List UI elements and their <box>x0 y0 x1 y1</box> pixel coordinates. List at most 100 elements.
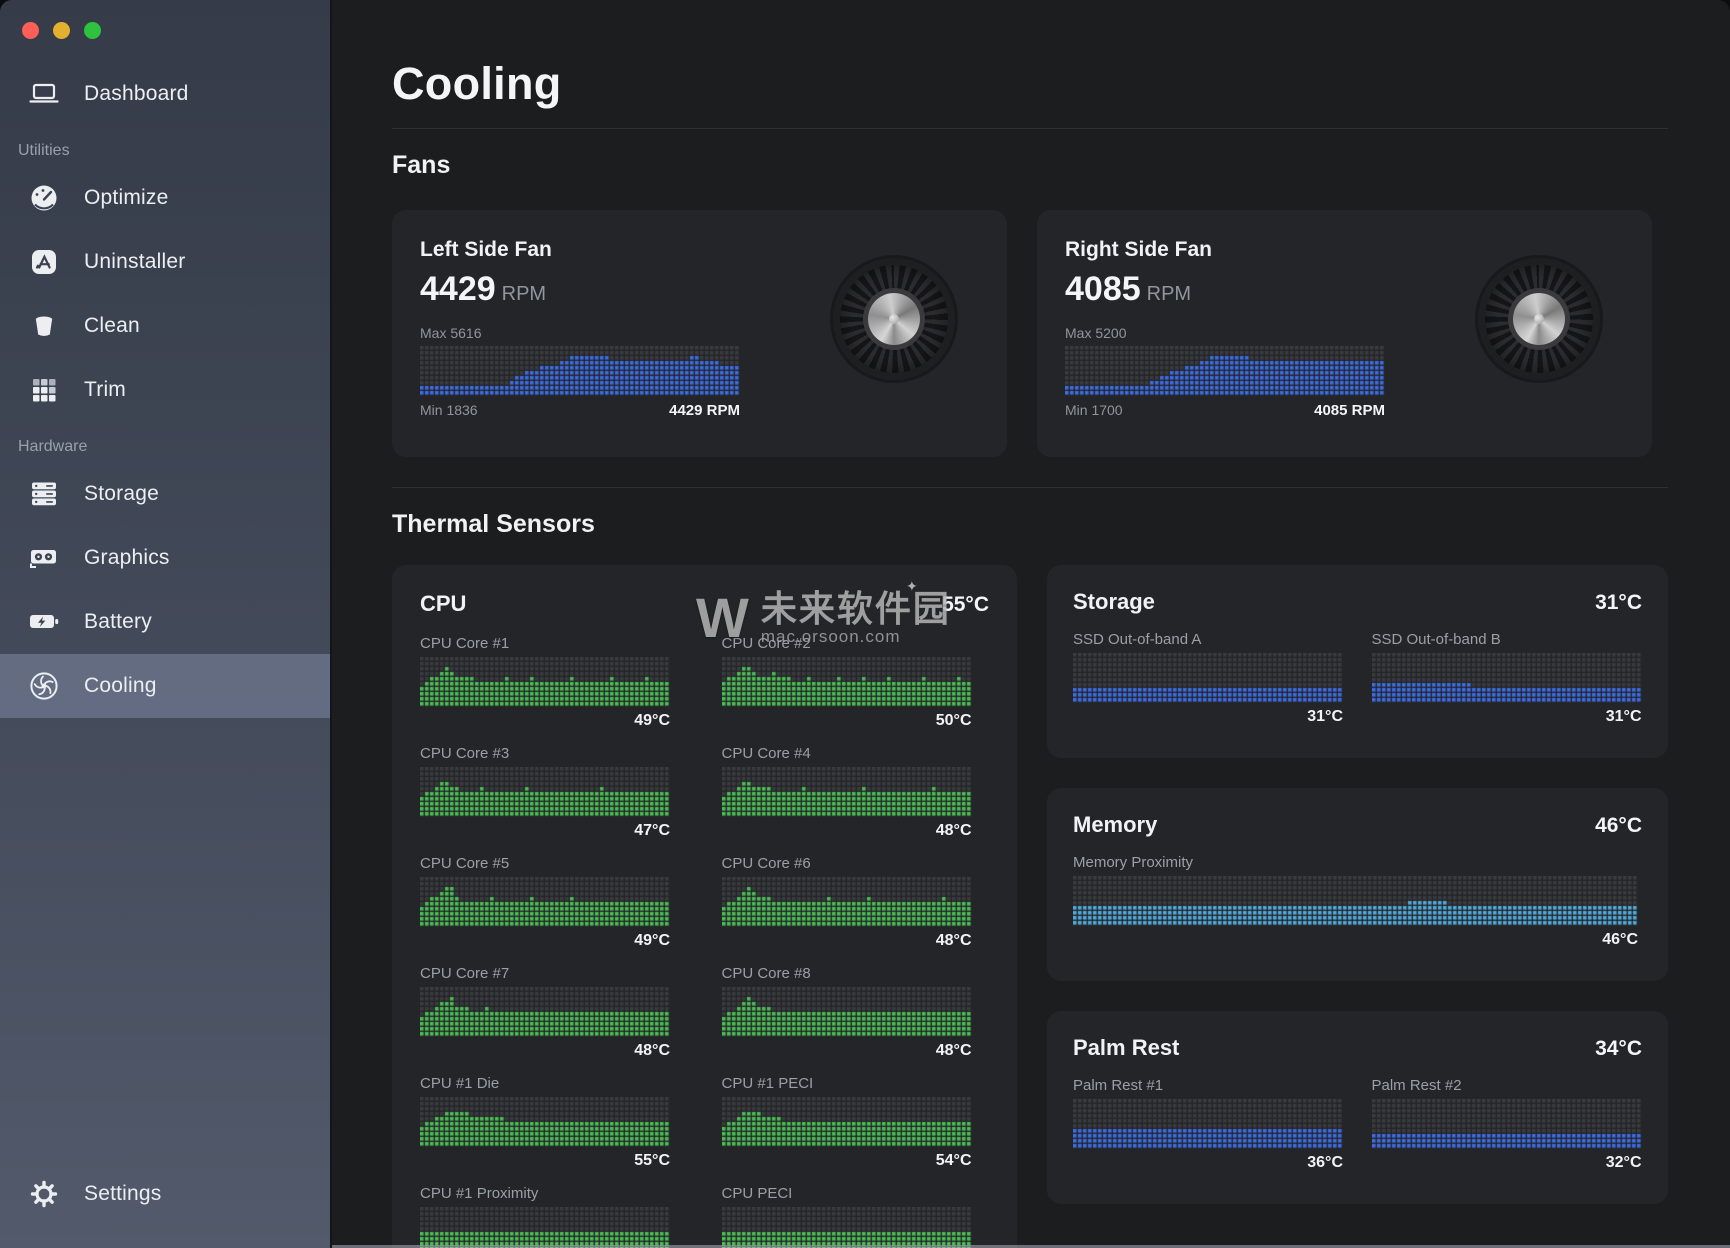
sensor-label: CPU Core #7 <box>420 965 688 982</box>
sensor-graph-wrap: 48°C <box>420 987 670 1060</box>
sensor-graph-wrap: 49°C <box>420 657 670 730</box>
fan-rpm-unit: RPM <box>1147 283 1191 305</box>
sidebar-item-uninstaller[interactable]: Uninstaller <box>0 230 330 294</box>
sensor-item: CPU PECI <box>722 1185 990 1248</box>
card-temp: 34°C <box>1595 1037 1642 1061</box>
zoom-button[interactable] <box>84 22 101 39</box>
server-icon <box>26 476 62 512</box>
sidebar-item-label: Dashboard <box>84 82 189 106</box>
gpu-icon <box>26 540 62 576</box>
history-graph-core3 <box>420 767 670 817</box>
history-graph-palm2 <box>1372 1099 1642 1149</box>
sensor-label: CPU Core #6 <box>722 855 990 872</box>
sensor-label: CPU Core #8 <box>722 965 990 982</box>
sensor-graph-wrap <box>420 1207 670 1248</box>
sidebar-item-label: Battery <box>84 610 152 634</box>
sensor-temp: 54°C <box>722 1152 972 1170</box>
sidebar-section-label: Utilities <box>18 142 330 160</box>
sensor-graph-wrap: 31°C <box>1073 653 1343 726</box>
divider <box>392 487 1668 488</box>
history-graph-mem <box>1073 876 1638 926</box>
fan-max-label: Max 5616 <box>420 325 740 341</box>
fan-rpm-value: 4085 <box>1065 270 1141 308</box>
sidebar-item-label: Settings <box>84 1182 161 1206</box>
minimize-button[interactable] <box>53 22 70 39</box>
sensor-item: SSD Out-of-band A 31°C <box>1073 631 1344 726</box>
sensor-graph-wrap: 46°C <box>1073 876 1638 949</box>
sensor-item: SSD Out-of-band B31°C <box>1372 631 1643 726</box>
sidebar-item-storage[interactable]: Storage <box>0 462 330 526</box>
history-graph-peci1 <box>722 1097 972 1147</box>
sensor-label: Memory Proximity <box>1073 854 1642 871</box>
sensor-temp: 32°C <box>1372 1154 1642 1172</box>
main-content: Cooling Fans Left Side Fan4429RPMMax 561… <box>332 0 1730 1248</box>
fan-graph-footer: Min 18364429 RPM <box>420 402 740 419</box>
sensor-label: CPU Core #2 <box>722 635 990 652</box>
sidebar-item-label: Cooling <box>84 674 157 698</box>
sidebar-item-label: Storage <box>84 482 159 506</box>
fan-card: Left Side Fan4429RPMMax 5616Min 18364429… <box>392 210 1007 457</box>
sensor-temp: 50°C <box>722 712 972 730</box>
sensor-temp: 36°C <box>1073 1154 1343 1172</box>
sensor-item: CPU Core #6 48°C <box>722 855 990 950</box>
fan-card: Right Side Fan4085RPMMax 5200Min 1700408… <box>1037 210 1652 457</box>
sensor-graph-wrap: 49°C <box>420 877 670 950</box>
history-graph-core1 <box>420 657 670 707</box>
sensor-temp: 49°C <box>420 712 670 730</box>
cpu-card-header: CPU 55°C <box>420 591 989 617</box>
sensor-label: SSD Out-of-band A <box>1073 631 1344 648</box>
sensor-label: Palm Rest #2 <box>1372 1077 1643 1094</box>
sensor-graph-wrap: 48°C <box>722 877 972 950</box>
storage-card: Storage31°CSSD Out-of-band A31°CSSD Out-… <box>1047 565 1668 758</box>
sidebar-item-clean[interactable]: Clean <box>0 294 330 358</box>
gear-icon <box>26 1176 62 1212</box>
fans-row: Left Side Fan4429RPMMax 5616Min 18364429… <box>392 210 1668 457</box>
close-button[interactable] <box>22 22 39 39</box>
sidebar-item-label: Trim <box>84 378 126 402</box>
sensor-temp: 48°C <box>722 932 972 950</box>
page-title: Cooling <box>392 0 1668 110</box>
sensor-label: CPU #1 Proximity <box>420 1185 688 1202</box>
fan-image <box>1478 258 1600 380</box>
sidebar-item-trim[interactable]: Trim <box>0 358 330 422</box>
sensor-graph-wrap: 50°C <box>722 657 972 730</box>
sidebar-section-label: Hardware <box>18 438 330 456</box>
sensor-item: Palm Rest #1 36°C <box>1073 1077 1344 1172</box>
sensor-item: CPU #1 PECI54°C <box>722 1075 990 1170</box>
fan-icon <box>26 668 62 704</box>
sensor-item: CPU #1 Proximity <box>420 1185 688 1248</box>
sidebar-item-battery[interactable]: Battery <box>0 590 330 654</box>
sidebar-item-graphics[interactable]: Graphics <box>0 526 330 590</box>
window-controls <box>22 22 101 39</box>
history-graph-cpupeci <box>722 1207 972 1248</box>
sensor-temp: 49°C <box>420 932 670 950</box>
sensor-label: Palm Rest #1 <box>1073 1077 1344 1094</box>
history-graph-ssd_a <box>1073 653 1343 703</box>
sensor-graph-wrap: 48°C <box>722 987 972 1060</box>
history-graph-fan_left <box>420 346 740 396</box>
thermal-section-title: Thermal Sensors <box>392 510 1668 539</box>
sensor-label: SSD Out-of-band B <box>1372 631 1643 648</box>
sensor-temp: 31°C <box>1073 708 1343 726</box>
cpu-card-title: CPU <box>420 591 466 617</box>
history-graph-core4 <box>722 767 972 817</box>
sidebar-item-dashboard[interactable]: Dashboard <box>0 62 330 126</box>
sidebar-item-label: Uninstaller <box>84 250 185 274</box>
sensor-item: CPU Core #347°C <box>420 745 688 840</box>
card-sensor-grid: Palm Rest #1 36°C Palm Rest #2 32°C <box>1073 1077 1642 1172</box>
battery-icon <box>26 604 62 640</box>
card-header: Memory46°C <box>1073 812 1642 838</box>
sensor-graph-wrap: 36°C <box>1073 1099 1343 1172</box>
sensor-item: CPU Core #549°C <box>420 855 688 950</box>
sidebar-nav: Dashboard Utilities Optimize Uninstaller Cle… <box>0 52 330 718</box>
sensor-graph-wrap: 32°C <box>1372 1099 1642 1172</box>
sidebar-item-settings[interactable]: Settings <box>0 1162 330 1226</box>
sidebar-item-optimize[interactable]: Optimize <box>0 166 330 230</box>
sensor-graph-wrap: 47°C <box>420 767 670 840</box>
sensor-label: CPU PECI <box>722 1185 990 1202</box>
bucket-icon <box>26 308 62 344</box>
card-sensor-grid: SSD Out-of-band A 31°C SSD Out-of-band B31… <box>1073 631 1642 726</box>
fan-graph-block: Max 5616 Min 18364429 RPM <box>420 325 740 419</box>
card-temp: 31°C <box>1595 591 1642 615</box>
sidebar-item-cooling[interactable]: Cooling <box>0 654 330 718</box>
